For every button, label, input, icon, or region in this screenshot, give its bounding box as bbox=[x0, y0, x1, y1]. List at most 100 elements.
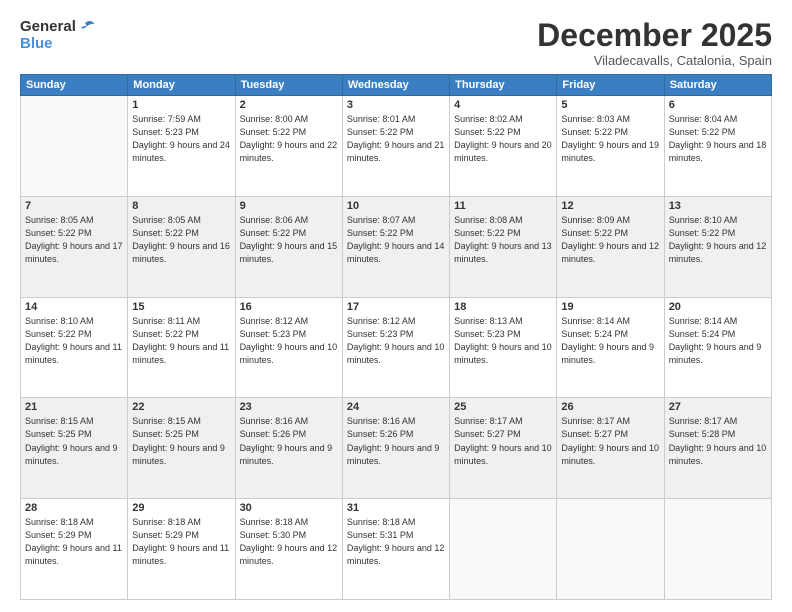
day-number: 5 bbox=[561, 99, 659, 111]
table-row: 27 Sunrise: 8:17 AMSunset: 5:28 PMDayligh… bbox=[664, 398, 771, 499]
day-info: Sunrise: 8:18 AMSunset: 5:29 PMDaylight:… bbox=[25, 516, 123, 568]
table-row bbox=[450, 499, 557, 600]
day-info: Sunrise: 8:07 AMSunset: 5:22 PMDaylight:… bbox=[347, 214, 445, 266]
table-row: 8Sunrise: 8:05 AMSunset: 5:22 PMDaylight… bbox=[128, 196, 235, 297]
calendar-table: Sunday Monday Tuesday Wednesday Thursday… bbox=[20, 74, 772, 600]
day-info: Sunrise: 8:00 AMSunset: 5:22 PMDaylight:… bbox=[240, 113, 338, 165]
month-title: December 2025 bbox=[537, 18, 772, 53]
day-number: 26 bbox=[561, 401, 659, 413]
day-info: Sunrise: 8:16 AMSunset: 5:26 PMDaylight:… bbox=[240, 415, 338, 467]
logo-bird-icon bbox=[78, 18, 96, 36]
day-number: 24 bbox=[347, 401, 445, 413]
day-info: Sunrise: 8:05 AMSunset: 5:22 PMDaylight:… bbox=[25, 214, 123, 266]
day-number: 25 bbox=[454, 401, 552, 413]
calendar-week-row: 1Sunrise: 7:59 AMSunset: 5:23 PMDaylight… bbox=[21, 96, 772, 197]
logo: General Blue bbox=[20, 18, 96, 53]
location: Viladecavalls, Catalonia, Spain bbox=[537, 53, 772, 68]
table-row: 17 Sunrise: 8:12 AMSunset: 5:23 PMDayligh… bbox=[342, 297, 449, 398]
day-number: 7 bbox=[25, 200, 123, 212]
table-row: 22 Sunrise: 8:15 AMSunset: 5:25 PMDayligh… bbox=[128, 398, 235, 499]
table-row: 25 Sunrise: 8:17 AMSunset: 5:27 PMDayligh… bbox=[450, 398, 557, 499]
col-sunday: Sunday bbox=[21, 75, 128, 96]
col-tuesday: Tuesday bbox=[235, 75, 342, 96]
calendar-week-row: 14 Sunrise: 8:10 AMSunset: 5:22 PMDayligh… bbox=[21, 297, 772, 398]
table-row: 1Sunrise: 7:59 AMSunset: 5:23 PMDaylight… bbox=[128, 96, 235, 197]
table-row: 18Sunrise: 8:13 AMSunset: 5:23 PMDayligh… bbox=[450, 297, 557, 398]
day-info: Sunrise: 8:10 AMSunset: 5:22 PMDaylight:… bbox=[669, 214, 767, 266]
table-row: 28 Sunrise: 8:18 AMSunset: 5:29 PMDayligh… bbox=[21, 499, 128, 600]
day-number: 3 bbox=[347, 99, 445, 111]
col-thursday: Thursday bbox=[450, 75, 557, 96]
day-info: Sunrise: 8:15 AMSunset: 5:25 PMDaylight:… bbox=[132, 415, 230, 467]
day-info: Sunrise: 8:03 AMSunset: 5:22 PMDaylight:… bbox=[561, 113, 659, 165]
day-info: Sunrise: 8:16 AMSunset: 5:26 PMDaylight:… bbox=[347, 415, 445, 467]
col-saturday: Saturday bbox=[664, 75, 771, 96]
col-friday: Friday bbox=[557, 75, 664, 96]
day-number: 29 bbox=[132, 502, 230, 514]
day-number: 19 bbox=[561, 301, 659, 313]
header: General Blue December 2025 Viladecavalls… bbox=[20, 18, 772, 68]
table-row: 19 Sunrise: 8:14 AMSunset: 5:24 PMDayligh… bbox=[557, 297, 664, 398]
day-info: Sunrise: 8:08 AMSunset: 5:22 PMDaylight:… bbox=[454, 214, 552, 266]
day-info: Sunrise: 8:11 AMSunset: 5:22 PMDaylight:… bbox=[132, 315, 230, 367]
calendar-week-row: 7 Sunrise: 8:05 AMSunset: 5:22 PMDaylight… bbox=[21, 196, 772, 297]
day-number: 30 bbox=[240, 502, 338, 514]
day-info: Sunrise: 8:14 AMSunset: 5:24 PMDaylight:… bbox=[561, 315, 659, 367]
day-number: 11 bbox=[454, 200, 552, 212]
day-number: 6 bbox=[669, 99, 767, 111]
day-number: 1 bbox=[132, 99, 230, 111]
day-info: Sunrise: 8:17 AMSunset: 5:28 PMDaylight:… bbox=[669, 415, 767, 467]
table-row: 21Sunrise: 8:15 AMSunset: 5:25 PMDayligh… bbox=[21, 398, 128, 499]
day-info: Sunrise: 8:13 AMSunset: 5:23 PMDaylight:… bbox=[454, 315, 552, 367]
day-info: Sunrise: 8:12 AMSunset: 5:23 PMDaylight:… bbox=[240, 315, 338, 367]
day-number: 10 bbox=[347, 200, 445, 212]
day-info: Sunrise: 8:18 AMSunset: 5:31 PMDaylight:… bbox=[347, 516, 445, 568]
logo-blue: Blue bbox=[20, 36, 53, 53]
day-number: 12 bbox=[561, 200, 659, 212]
table-row: 13 Sunrise: 8:10 AMSunset: 5:22 PMDayligh… bbox=[664, 196, 771, 297]
table-row: 6 Sunrise: 8:04 AMSunset: 5:22 PMDaylight… bbox=[664, 96, 771, 197]
page: General Blue December 2025 Viladecavalls… bbox=[0, 0, 792, 612]
table-row: 16 Sunrise: 8:12 AMSunset: 5:23 PMDayligh… bbox=[235, 297, 342, 398]
day-info: Sunrise: 8:18 AMSunset: 5:29 PMDaylight:… bbox=[132, 516, 230, 568]
day-info: Sunrise: 8:01 AMSunset: 5:22 PMDaylight:… bbox=[347, 113, 445, 165]
table-row: 24 Sunrise: 8:16 AMSunset: 5:26 PMDayligh… bbox=[342, 398, 449, 499]
table-row: 30Sunrise: 8:18 AMSunset: 5:30 PMDayligh… bbox=[235, 499, 342, 600]
day-info: Sunrise: 8:10 AMSunset: 5:22 PMDaylight:… bbox=[25, 315, 123, 367]
day-number: 4 bbox=[454, 99, 552, 111]
day-info: Sunrise: 8:09 AMSunset: 5:22 PMDaylight:… bbox=[561, 214, 659, 266]
day-number: 13 bbox=[669, 200, 767, 212]
col-wednesday: Wednesday bbox=[342, 75, 449, 96]
title-block: December 2025 Viladecavalls, Catalonia, … bbox=[537, 18, 772, 68]
table-row: 9Sunrise: 8:06 AMSunset: 5:22 PMDaylight… bbox=[235, 196, 342, 297]
table-row: 29 Sunrise: 8:18 AMSunset: 5:29 PMDayligh… bbox=[128, 499, 235, 600]
day-info: Sunrise: 8:02 AMSunset: 5:22 PMDaylight:… bbox=[454, 113, 552, 165]
day-info: Sunrise: 8:17 AMSunset: 5:27 PMDaylight:… bbox=[454, 415, 552, 467]
table-row: 3 Sunrise: 8:01 AMSunset: 5:22 PMDaylight… bbox=[342, 96, 449, 197]
day-number: 22 bbox=[132, 401, 230, 413]
table-row: 23Sunrise: 8:16 AMSunset: 5:26 PMDayligh… bbox=[235, 398, 342, 499]
day-number: 15 bbox=[132, 301, 230, 313]
calendar-header-row: Sunday Monday Tuesday Wednesday Thursday… bbox=[21, 75, 772, 96]
table-row bbox=[557, 499, 664, 600]
day-number: 27 bbox=[669, 401, 767, 413]
day-info: Sunrise: 8:06 AMSunset: 5:22 PMDaylight:… bbox=[240, 214, 338, 266]
col-monday: Monday bbox=[128, 75, 235, 96]
day-number: 17 bbox=[347, 301, 445, 313]
day-number: 8 bbox=[132, 200, 230, 212]
table-row: 31 Sunrise: 8:18 AMSunset: 5:31 PMDayligh… bbox=[342, 499, 449, 600]
table-row: 12 Sunrise: 8:09 AMSunset: 5:22 PMDayligh… bbox=[557, 196, 664, 297]
day-info: Sunrise: 8:04 AMSunset: 5:22 PMDaylight:… bbox=[669, 113, 767, 165]
day-number: 31 bbox=[347, 502, 445, 514]
day-number: 14 bbox=[25, 301, 123, 313]
table-row: 14 Sunrise: 8:10 AMSunset: 5:22 PMDayligh… bbox=[21, 297, 128, 398]
day-number: 16 bbox=[240, 301, 338, 313]
logo-general: General bbox=[20, 19, 76, 36]
table-row bbox=[664, 499, 771, 600]
calendar-week-row: 21Sunrise: 8:15 AMSunset: 5:25 PMDayligh… bbox=[21, 398, 772, 499]
day-info: Sunrise: 8:12 AMSunset: 5:23 PMDaylight:… bbox=[347, 315, 445, 367]
day-number: 28 bbox=[25, 502, 123, 514]
day-number: 20 bbox=[669, 301, 767, 313]
day-info: Sunrise: 8:15 AMSunset: 5:25 PMDaylight:… bbox=[25, 415, 123, 467]
table-row: 26Sunrise: 8:17 AMSunset: 5:27 PMDayligh… bbox=[557, 398, 664, 499]
